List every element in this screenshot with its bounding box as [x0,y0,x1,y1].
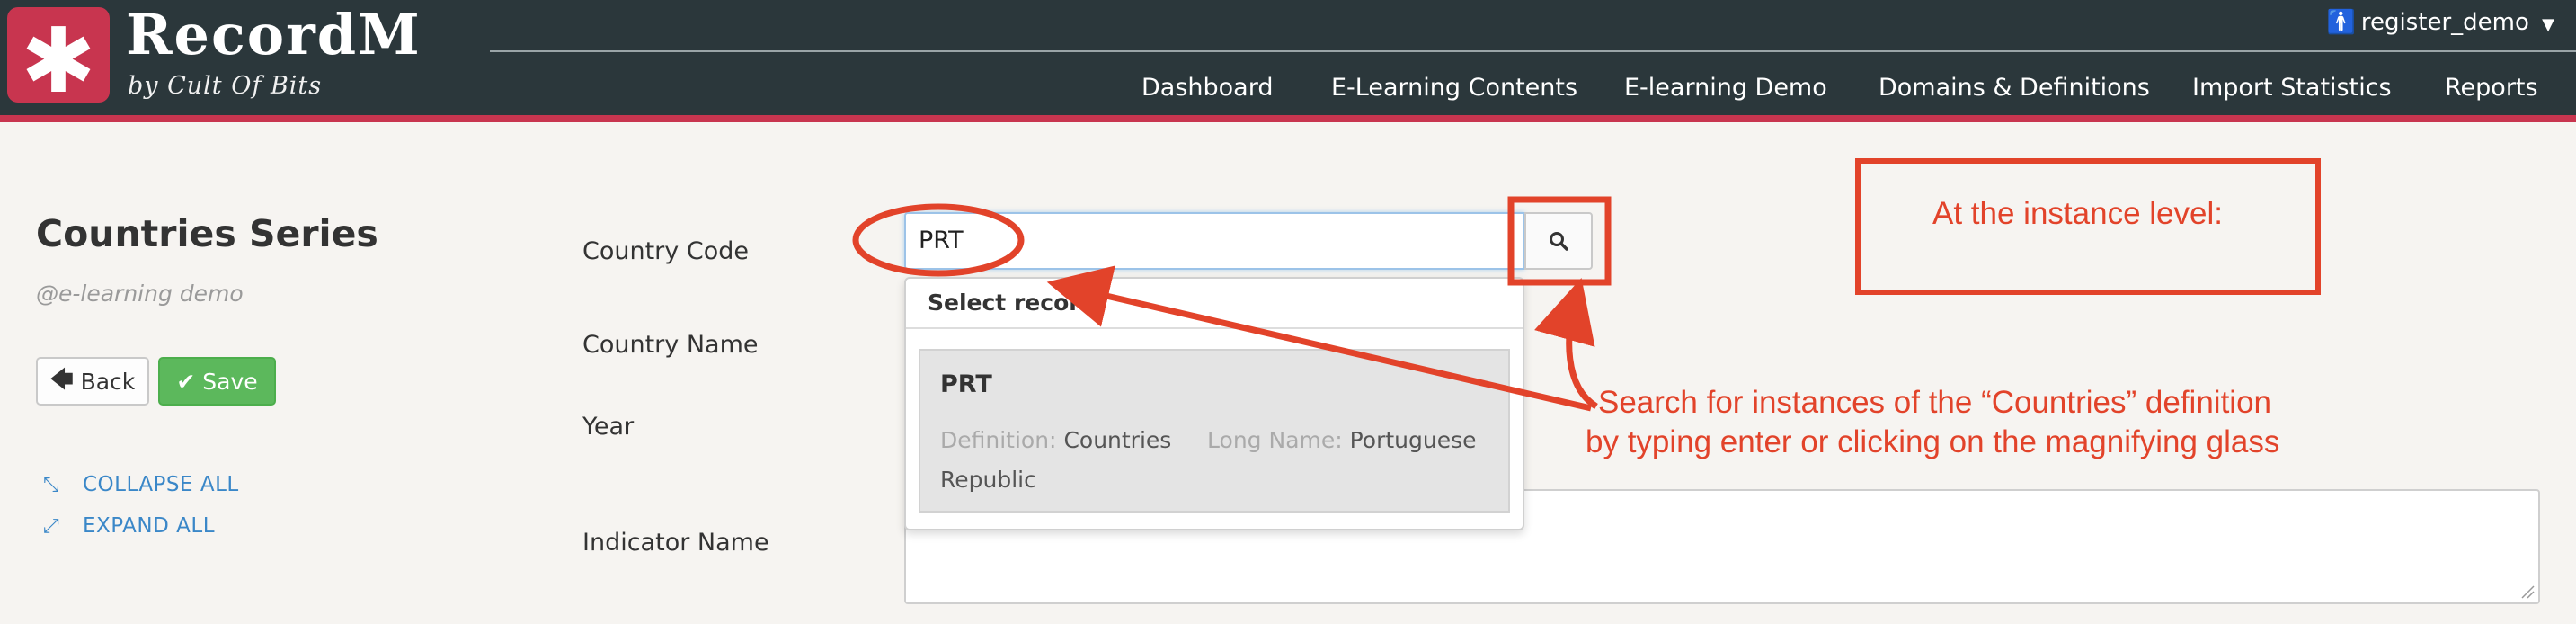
annotation-oval [852,203,1025,277]
annotation-overlay [852,196,1612,412]
annotation-arrow-input [1046,265,1592,412]
annotation-arrow-search [1534,278,1599,409]
annotation-search-box [1507,196,1612,286]
